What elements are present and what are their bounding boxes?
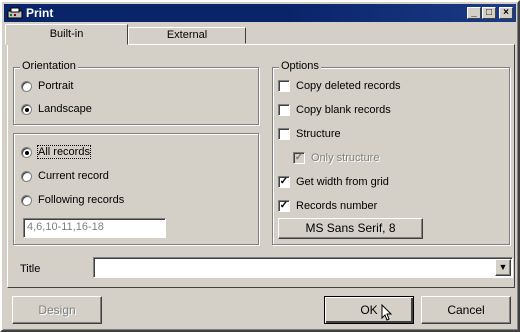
- portrait-radio-button[interactable]: [21, 80, 32, 92]
- copy-blank-records-checkbox[interactable]: Copy blank records: [278, 103, 391, 117]
- window-title: Print: [26, 6, 54, 20]
- records-number-checkbox[interactable]: ✓ Records number: [278, 199, 377, 213]
- all-records-radio[interactable]: All records: [21, 145, 91, 159]
- app-icon: [7, 7, 23, 19]
- options-legend: Options: [279, 60, 321, 72]
- records-range-value: 4,6,10-11,16-18: [27, 221, 104, 233]
- landscape-radio-button[interactable]: [21, 103, 32, 115]
- title-combobox[interactable]: ▼: [93, 257, 513, 278]
- mouse-cursor-icon: [381, 304, 393, 321]
- records-group: All records Current record Following rec…: [13, 133, 259, 245]
- get-width-from-grid-checkbox[interactable]: ✓ Get width from grid: [278, 175, 389, 189]
- get-width-from-grid-box[interactable]: ✓: [278, 176, 290, 188]
- portrait-radio[interactable]: Portrait: [21, 79, 73, 93]
- design-label: Design: [38, 303, 76, 317]
- only-structure-checkbox: ✓ Only structure: [293, 151, 379, 165]
- copy-deleted-records-box[interactable]: [278, 80, 290, 92]
- current-record-label: Current record: [38, 170, 109, 182]
- following-records-label: Following records: [38, 194, 125, 206]
- landscape-label: Landscape: [38, 103, 92, 115]
- design-button: Design: [12, 296, 102, 324]
- records-range-input[interactable]: 4,6,10-11,16-18: [23, 218, 166, 238]
- copy-blank-records-label: Copy blank records: [296, 104, 391, 116]
- title-label: Title: [20, 263, 41, 275]
- title-bar[interactable]: Print _ □ ×: [4, 4, 516, 22]
- ok-button[interactable]: OK: [324, 296, 414, 324]
- cancel-button[interactable]: Cancel: [421, 296, 511, 324]
- font-button[interactable]: MS Sans Serif, 8: [278, 218, 423, 239]
- structure-label: Structure: [296, 128, 341, 140]
- close-button[interactable]: ×: [499, 7, 513, 19]
- landscape-radio[interactable]: Landscape: [21, 102, 92, 116]
- minimize-button[interactable]: _: [467, 7, 481, 19]
- following-records-radio-button[interactable]: [21, 194, 32, 206]
- tab-external-label: External: [166, 29, 208, 41]
- ok-label: OK: [360, 303, 378, 317]
- tab-panel: Orientation Portrait Landscape All recor…: [7, 44, 515, 288]
- maximize-button[interactable]: □: [482, 7, 496, 19]
- records-number-box[interactable]: ✓: [278, 200, 290, 212]
- options-group: Options Copy deleted records Copy blank …: [272, 60, 510, 245]
- get-width-from-grid-label: Get width from grid: [296, 176, 389, 188]
- copy-blank-records-box[interactable]: [278, 104, 290, 116]
- only-structure-label: Only structure: [311, 152, 380, 164]
- tab-external[interactable]: External: [128, 27, 246, 44]
- current-record-radio[interactable]: Current record: [21, 169, 109, 183]
- orientation-group: Orientation Portrait Landscape: [13, 60, 259, 125]
- copy-deleted-records-checkbox[interactable]: Copy deleted records: [278, 79, 401, 93]
- chevron-down-icon[interactable]: ▼: [495, 259, 511, 276]
- orientation-legend: Orientation: [20, 60, 78, 72]
- portrait-label: Portrait: [38, 80, 74, 92]
- current-record-radio-button[interactable]: [21, 170, 32, 182]
- structure-box[interactable]: [278, 128, 290, 140]
- tab-built-in-label: Built-in: [49, 28, 84, 40]
- print-dialog: Print _ □ × Built-in External Orientatio…: [0, 0, 520, 332]
- copy-deleted-records-label: Copy deleted records: [296, 80, 401, 92]
- tab-built-in[interactable]: Built-in: [5, 24, 128, 45]
- all-records-label: All records: [37, 145, 91, 159]
- records-number-label: Records number: [296, 200, 378, 212]
- only-structure-box: ✓: [293, 152, 305, 164]
- structure-checkbox[interactable]: Structure: [278, 127, 341, 141]
- following-records-radio[interactable]: Following records: [21, 193, 124, 207]
- all-records-radio-button[interactable]: [21, 146, 32, 158]
- cancel-label: Cancel: [447, 303, 485, 317]
